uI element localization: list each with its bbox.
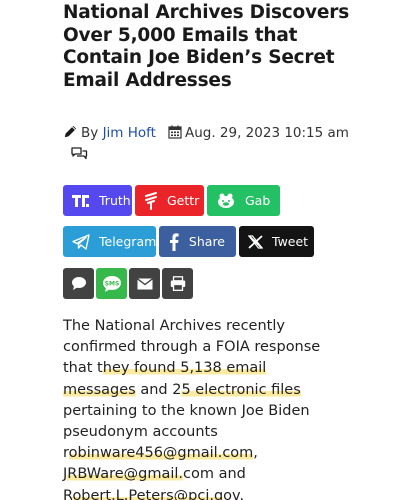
telegram-icon xyxy=(72,233,90,251)
body-text: and 2 xyxy=(135,381,182,398)
byline-by: By xyxy=(81,125,99,141)
pencil-icon xyxy=(64,125,77,138)
gab-icon xyxy=(216,192,236,210)
article-page: National Archives Discovers Over 5,000 E… xyxy=(0,0,400,500)
gab-label: Gab xyxy=(245,193,271,208)
highlighted-email: obinware456@gmail.com xyxy=(68,445,254,462)
truth-label: Truth xyxy=(99,193,131,208)
share-row-3: SMS xyxy=(63,268,193,299)
gettr-label: Gettr xyxy=(167,193,200,208)
sms-icon: SMS xyxy=(102,275,121,292)
email-icon xyxy=(136,277,153,289)
highlighted-email: obert.L.Peters@pci.g xyxy=(72,487,224,500)
highlighted-text: 5 electronic files xyxy=(181,381,301,398)
x-icon xyxy=(248,233,263,251)
calendar-icon xyxy=(168,125,182,139)
x-share-button[interactable]: Tweet xyxy=(239,226,314,257)
tweet-label: Tweet xyxy=(272,234,309,249)
gab-share-button[interactable]: Gab xyxy=(207,185,280,216)
truth-social-icon xyxy=(72,192,90,210)
comment-share-button[interactable] xyxy=(63,268,94,299)
gettr-share-button[interactable]: Gettr xyxy=(135,185,204,216)
highlighted-email: RBWare@gmail. xyxy=(67,466,184,483)
print-icon xyxy=(170,276,185,291)
publish-date: Aug. 29, 2023 10:15 am xyxy=(184,125,349,141)
comment-share-icon xyxy=(71,277,86,290)
sms-share-button[interactable]: SMS xyxy=(96,268,127,299)
byline: By Jim Hoft Aug. 29, 2023 10:15 am xyxy=(63,123,363,143)
facebook-icon xyxy=(168,232,180,251)
body-text: ov. xyxy=(223,487,245,500)
truth-share-button[interactable]: Truth xyxy=(63,185,132,216)
share-row-2: Telegram Share Tweet xyxy=(63,226,314,257)
comments-icon[interactable] xyxy=(70,146,88,162)
telegram-label: Telegram xyxy=(99,234,157,249)
telegram-share-button[interactable]: Telegram xyxy=(63,226,156,257)
gettr-icon xyxy=(144,191,158,210)
facebook-share-button[interactable]: Share xyxy=(159,226,236,257)
article-body: The National Archives recently confirmed… xyxy=(63,316,338,500)
article-headline: National Archives Discovers Over 5,000 E… xyxy=(63,2,350,91)
author-link[interactable]: Jim Hoft xyxy=(103,125,156,141)
email-share-button[interactable] xyxy=(129,268,160,299)
print-button[interactable] xyxy=(162,268,193,299)
svg-text:SMS: SMS xyxy=(104,280,119,287)
share-row-1: Truth Gettr Gab xyxy=(63,185,280,216)
share-label: Share xyxy=(188,234,225,249)
